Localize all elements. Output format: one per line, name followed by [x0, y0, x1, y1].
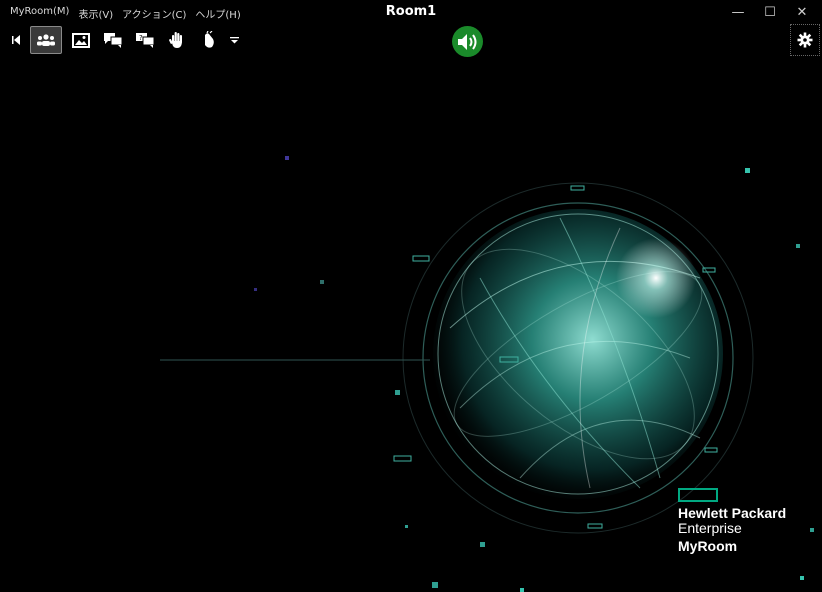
window-title: Room1 [385, 4, 437, 19]
clap-hands-icon[interactable] [196, 27, 222, 53]
svg-text:?: ? [139, 34, 143, 42]
title-bar: MyRoom(M) 表示(V) アクション(C) ヘルプ(H) Room1 — … [0, 0, 822, 24]
toolbar: ? [10, 26, 240, 54]
participants-icon[interactable] [30, 26, 62, 54]
speaker-icon[interactable] [452, 26, 483, 57]
maximize-button[interactable]: ☐ [754, 2, 786, 22]
collapse-arrow-icon[interactable] [10, 27, 24, 53]
window-controls: — ☐ ✕ [722, 2, 818, 22]
image-icon[interactable] [68, 27, 94, 53]
dropdown-arrow-icon[interactable] [228, 27, 240, 53]
hpe-myroom-logo: Hewlett Packard Enterprise MyRoom [678, 488, 786, 556]
logo-line-3: MyRoom [678, 538, 738, 554]
gear-icon[interactable] [790, 24, 820, 56]
chat-question-icon[interactable]: ? [132, 27, 158, 53]
logo-line-2: Enterprise [678, 520, 742, 536]
chat-icon[interactable] [100, 27, 126, 53]
room-background: Hewlett Packard Enterprise MyRoom [0, 58, 822, 592]
raise-hand-icon[interactable] [164, 27, 190, 53]
close-button[interactable]: ✕ [786, 2, 818, 22]
logo-line-1: Hewlett Packard [678, 505, 787, 521]
minimize-button[interactable]: — [722, 2, 754, 22]
hpe-logo-mark [678, 488, 718, 502]
